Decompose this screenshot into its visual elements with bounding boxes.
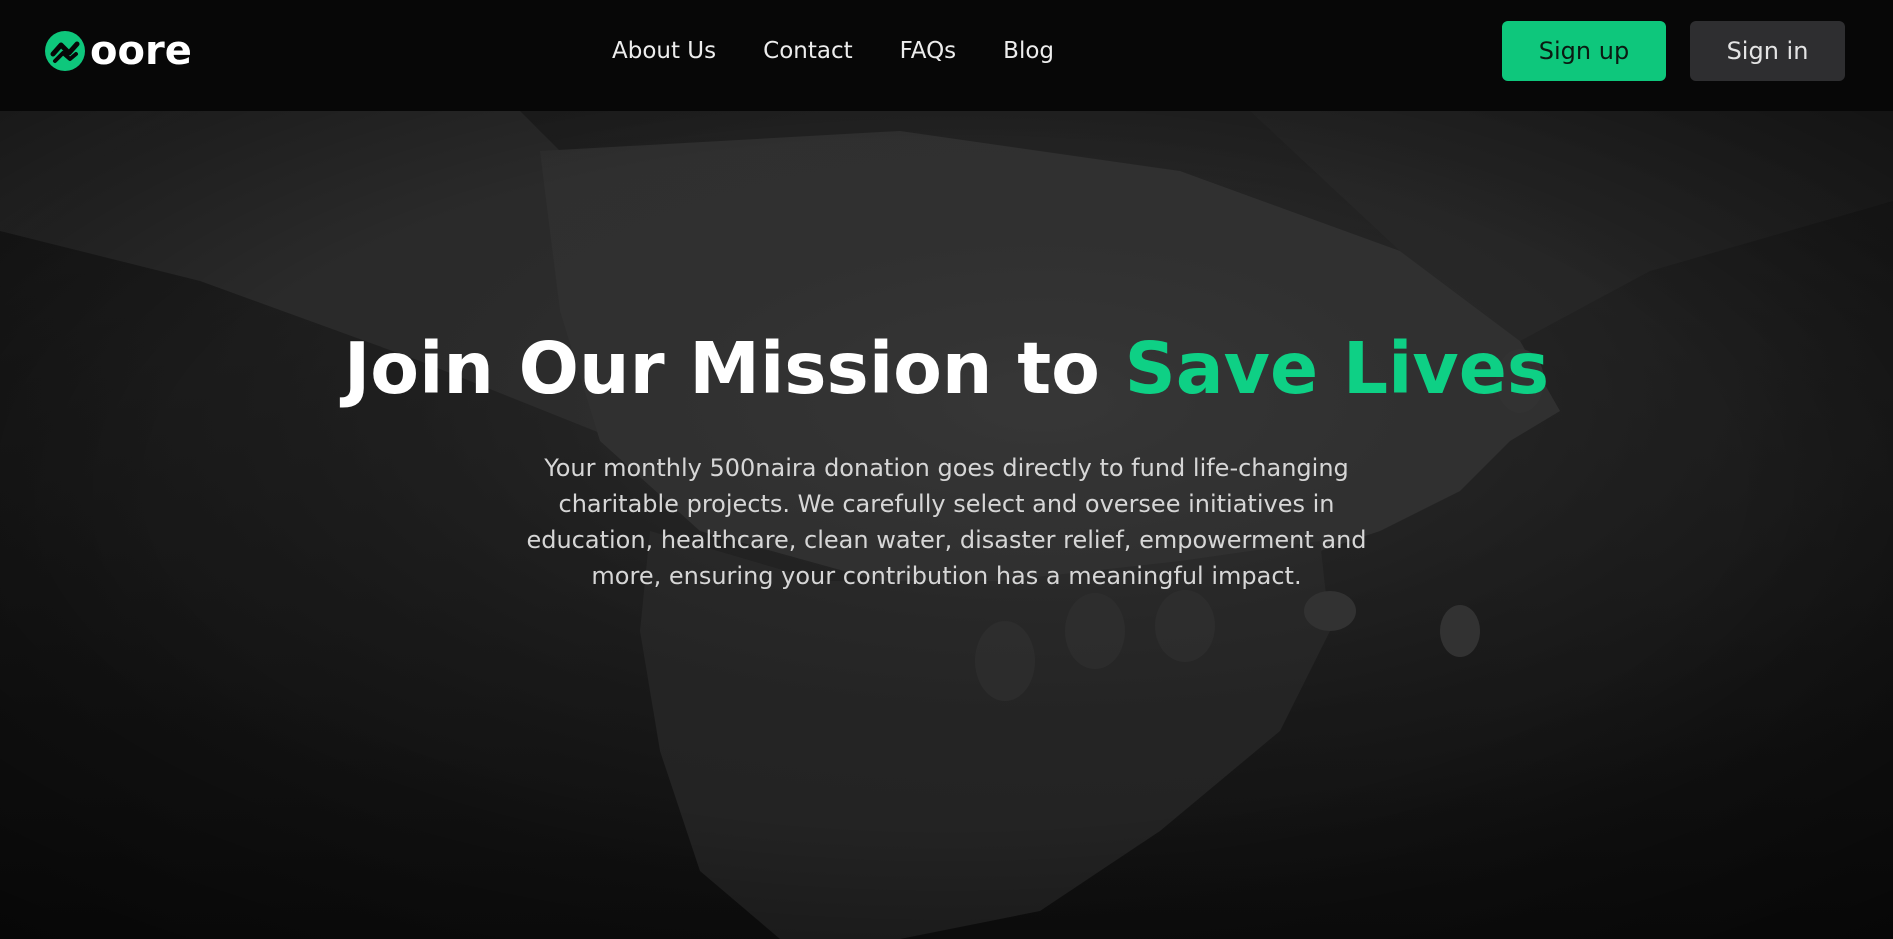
sign-in-button[interactable]: Sign in [1690,21,1845,81]
nav-link-faqs[interactable]: FAQs [900,38,957,64]
hero-description: Your monthly 500naira donation goes dire… [526,454,1367,590]
brand-name: oore [90,28,192,74]
hero-title-accent: Save Lives [1124,327,1550,410]
nav-link-contact[interactable]: Contact [763,38,852,64]
top-navigation-bar: oore About Us Contact FAQs Blog Sign up … [0,0,1893,111]
nav-link-blog[interactable]: Blog [1003,38,1054,64]
oore-logo-icon [45,31,85,71]
nav-link-about-us[interactable]: About Us [612,38,716,64]
brand-logo[interactable]: oore [44,28,192,74]
landing-page: oore About Us Contact FAQs Blog Sign up … [0,0,1893,939]
main-nav: About Us Contact FAQs Blog [612,0,1054,101]
hero-section: Join Our Mission to Save Lives Your mont… [0,111,1893,939]
hero-title-prefix: Join Our Mission to [343,327,1125,410]
hero-title: Join Our Mission to Save Lives [0,327,1893,410]
sign-up-button[interactable]: Sign up [1502,21,1666,81]
